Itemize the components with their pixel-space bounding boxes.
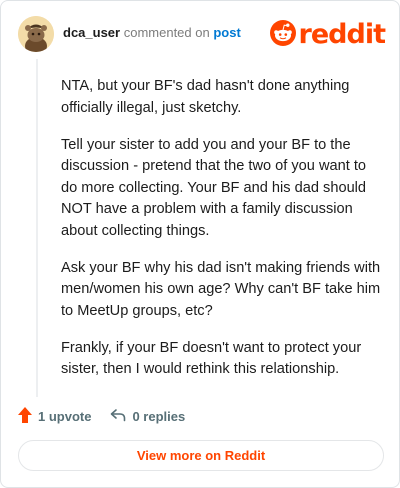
comment-paragraph: Tell your sister to add you and your BF …: [61, 136, 367, 239]
snoo-avatar-icon[interactable]: [18, 16, 54, 52]
action-text: commented on: [123, 25, 210, 40]
reddit-brand[interactable]: reddit: [269, 19, 386, 51]
comment-paragraph: NTA, but your BF's dad hasn't done anyth…: [61, 78, 350, 116]
upvote-arrow-icon: [18, 406, 32, 426]
byline: dca_user commented on post: [63, 25, 241, 40]
embedded-comment-card: dca_user commented on post reddit NTA, b…: [0, 0, 400, 488]
view-more-button[interactable]: View more on Reddit: [18, 440, 384, 471]
comment-body: NTA, but your BF's dad hasn't done anyth…: [61, 76, 381, 396]
comment-paragraph: Ask your BF why his dad isn't making fri…: [61, 259, 381, 319]
upvote-button[interactable]: 1 upvote: [18, 406, 92, 426]
comment-header: dca_user commented on post reddit: [18, 16, 386, 52]
comment-paragraph: Frankly, if your BF doesn't want to prot…: [61, 339, 362, 378]
comment-actions: 1 upvote 0 replies: [18, 406, 204, 426]
reddit-wordmark: reddit: [298, 19, 386, 50]
upvote-count: 1 upvote: [38, 408, 92, 424]
reddit-logo-icon: [269, 19, 296, 51]
replies-button[interactable]: 0 replies: [110, 408, 185, 425]
reply-arrow-icon: [110, 408, 126, 425]
thread-line: [36, 59, 38, 397]
username-link[interactable]: dca_user: [63, 25, 120, 40]
post-link[interactable]: post: [213, 25, 240, 40]
replies-count: 0 replies: [132, 408, 186, 424]
